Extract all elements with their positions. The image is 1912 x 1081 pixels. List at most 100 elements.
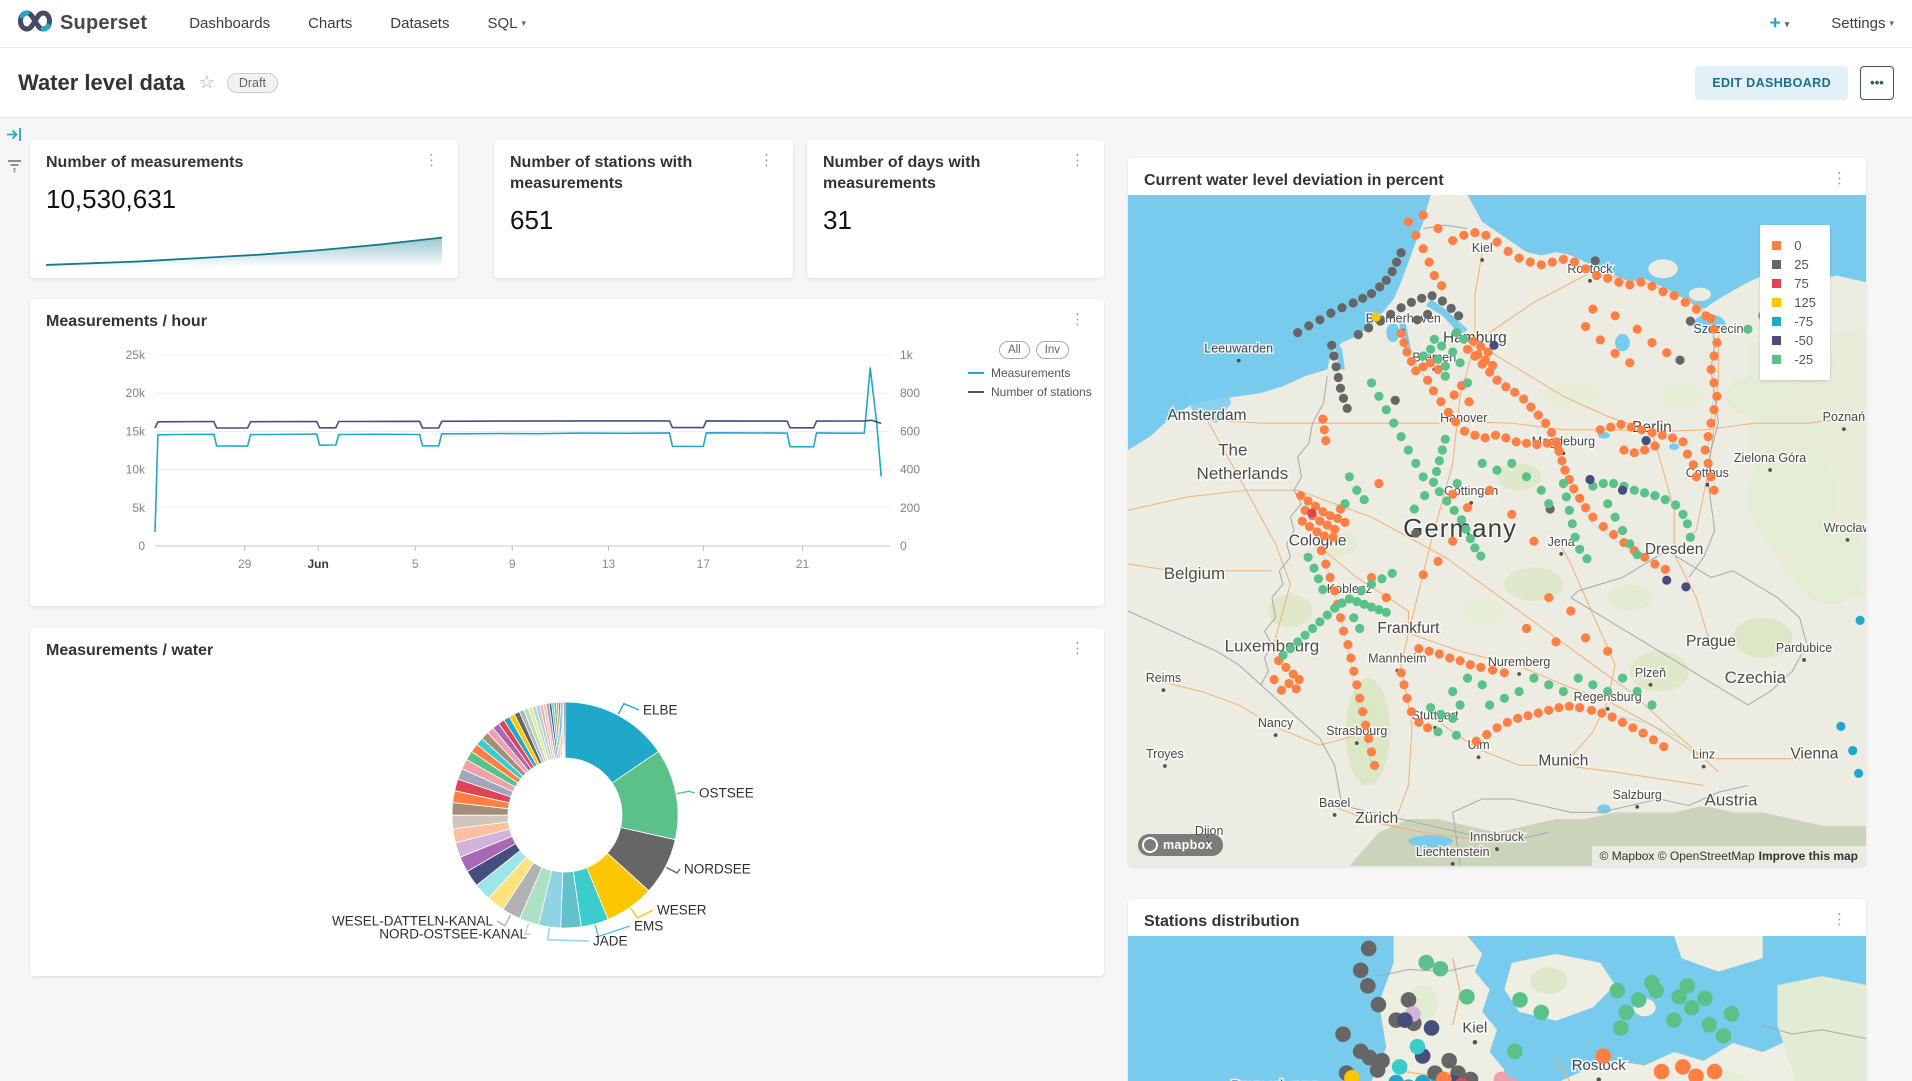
donut-label: WESER (657, 903, 707, 918)
map-legend-row: -50 (1772, 333, 1816, 348)
filter-icon[interactable] (6, 156, 23, 178)
station-dot (1441, 435, 1450, 444)
station-dot (1320, 425, 1329, 434)
stations-map[interactable]: KielRostockBremerhaven (1128, 936, 1866, 1081)
mapbox-logo[interactable]: mapbox (1138, 834, 1223, 856)
station-dot (1637, 425, 1646, 434)
map-legend-swatch (1772, 241, 1781, 250)
kebab-menu-icon[interactable]: ⋮ (1067, 312, 1088, 326)
legend-entry[interactable]: Number of stations (968, 385, 1100, 399)
nav-item-dashboards[interactable]: Dashboards (189, 15, 270, 32)
expand-filter-bar-icon[interactable] (6, 126, 23, 148)
station-dot (1507, 459, 1516, 468)
station-dot (1619, 445, 1628, 454)
nav-item-sql[interactable]: SQL▾ (487, 15, 526, 32)
station-dot (1432, 467, 1441, 476)
legend-inv-button[interactable]: Inv (1036, 341, 1069, 359)
attribution-text[interactable]: © Mapbox © OpenStreetMap (1600, 849, 1755, 863)
station-dot (1596, 335, 1605, 344)
station-dot (1575, 545, 1584, 554)
svg-text:13: 13 (602, 557, 616, 571)
status-badge: Draft (227, 73, 278, 93)
map-city-label: Kiel (1472, 241, 1493, 255)
improve-map-link[interactable]: Improve this map (1759, 849, 1858, 863)
map-legend-row: 25 (1772, 257, 1816, 272)
station-dot (1391, 396, 1400, 405)
station-dot (1441, 1053, 1457, 1069)
station-dot (1388, 267, 1397, 276)
station-dot (1371, 997, 1387, 1013)
station-dot (1706, 314, 1715, 323)
station-dot (1706, 419, 1715, 428)
station-dot (1364, 323, 1373, 332)
more-options-button[interactable]: ••• (1860, 66, 1894, 100)
donut-label: WESEL-DATTELN-KANAL (332, 914, 494, 929)
station-dot (1336, 384, 1345, 393)
station-dot (1611, 311, 1620, 320)
station-dot (1374, 479, 1383, 488)
map-city-label: Nuremberg (1488, 655, 1551, 669)
station-dot (1370, 1062, 1386, 1078)
svg-text:800: 800 (900, 386, 920, 400)
station-dot (1666, 1012, 1682, 1028)
station-dot (1337, 303, 1346, 312)
top-navbar: Superset Dashboards Charts Datasets SQL▾… (0, 0, 1912, 48)
station-dot (1476, 551, 1485, 560)
station-dot (1658, 431, 1667, 440)
station-dot (1647, 338, 1656, 347)
station-dot (1618, 718, 1627, 727)
station-dot (1329, 351, 1338, 360)
station-dot (1461, 525, 1470, 534)
legend-entry[interactable]: Measurements (968, 366, 1100, 380)
settings-menu[interactable]: Settings▾ (1831, 15, 1894, 32)
station-dot (1515, 254, 1524, 263)
nav-item-charts[interactable]: Charts (308, 15, 352, 32)
kebab-menu-icon[interactable]: ⋮ (1067, 153, 1088, 167)
station-dot (1603, 499, 1612, 508)
station-dot (1485, 700, 1494, 709)
station-dot (1588, 305, 1597, 314)
station-dot (1407, 707, 1416, 716)
station-dot (1314, 574, 1323, 583)
station-dot (1436, 710, 1445, 719)
nav-item-datasets[interactable]: Datasets (390, 15, 449, 32)
station-dot (1627, 423, 1636, 432)
station-dot (1433, 224, 1442, 233)
station-dot (1543, 439, 1552, 448)
new-item-button[interactable]: +▾ (1770, 13, 1790, 35)
kebab-menu-icon[interactable]: ⋮ (1829, 171, 1850, 185)
favorite-star-icon[interactable]: ☆ (199, 72, 215, 93)
station-dot (1358, 294, 1367, 303)
station-dot (1596, 425, 1605, 434)
legend-all-button[interactable]: All (999, 341, 1030, 359)
station-dot (1286, 644, 1295, 653)
station-dot (1553, 441, 1562, 450)
map-city-label: Dresden (1645, 541, 1704, 558)
station-dot (1367, 747, 1376, 756)
kebab-menu-icon[interactable]: ⋮ (1067, 641, 1088, 655)
station-dot (1513, 714, 1522, 723)
svg-text:5: 5 (412, 557, 419, 571)
station-dot (1433, 557, 1442, 566)
edit-dashboard-button[interactable]: EDIT DASHBOARD (1695, 66, 1848, 100)
station-dot (1367, 378, 1376, 387)
kebab-menu-icon[interactable]: ⋮ (1829, 912, 1850, 926)
station-dot (1361, 721, 1370, 730)
station-dot (1608, 712, 1617, 721)
station-dot (1630, 486, 1639, 495)
superset-logo[interactable]: Superset (18, 10, 147, 37)
station-dot (1557, 456, 1566, 465)
kebab-menu-icon[interactable]: ⋮ (756, 153, 777, 167)
kebab-menu-icon[interactable]: ⋮ (421, 153, 442, 167)
svg-text:600: 600 (900, 424, 920, 438)
station-dot (1441, 372, 1450, 381)
station-dot (1692, 472, 1701, 481)
legend-swatch (968, 391, 984, 393)
station-dot (1534, 411, 1543, 420)
station-dot (1463, 345, 1472, 354)
station-dot (1399, 338, 1408, 347)
station-dot (1270, 675, 1279, 684)
station-dot (1611, 513, 1620, 522)
deviation-map[interactable]: KielRostockSzczecinLeeuwardenBremerhaven… (1128, 195, 1866, 866)
station-dot (1701, 445, 1710, 454)
